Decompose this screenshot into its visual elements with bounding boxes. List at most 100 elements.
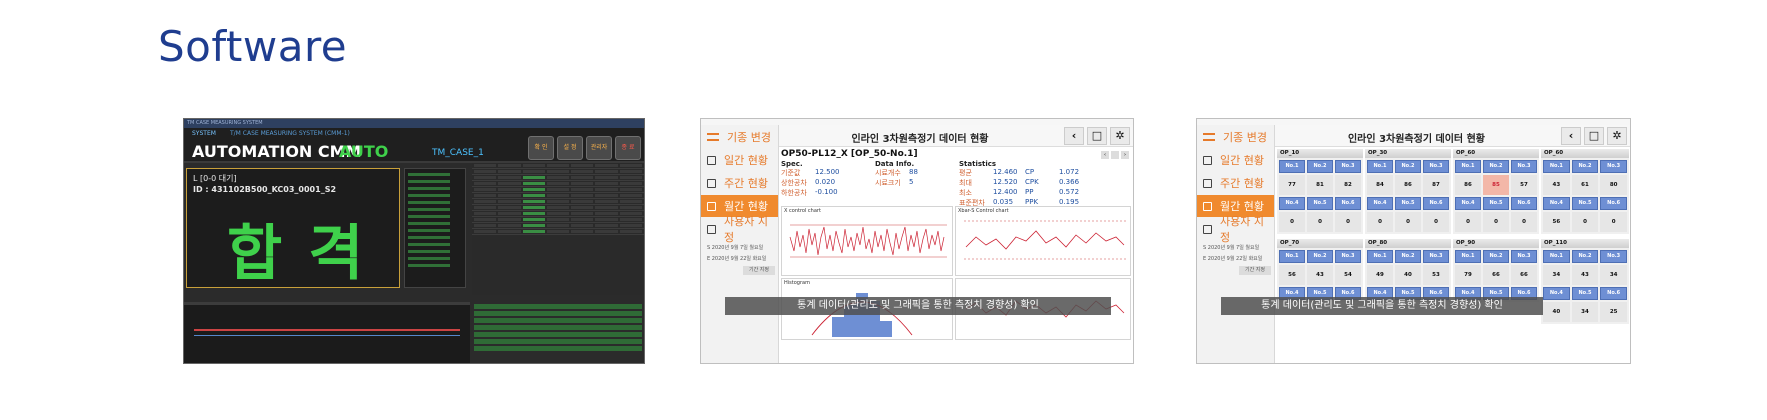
cell-label[interactable]: No.1	[1279, 250, 1305, 263]
confirm-button[interactable]: 확 인	[528, 136, 554, 160]
cell-value: 0	[1279, 212, 1305, 232]
cell-label[interactable]: No.1	[1279, 160, 1305, 173]
page-title: 인라인 3차원측정기 데이터 현황	[851, 134, 989, 145]
back-icon[interactable]: ‹	[1561, 127, 1581, 145]
cell-label[interactable]: No.4	[1543, 197, 1570, 210]
cell-label[interactable]: No.6	[1511, 197, 1537, 210]
back-icon[interactable]: ‹	[1064, 127, 1084, 145]
period-button[interactable]: 기간 지정	[743, 266, 775, 275]
cell-label[interactable]: No.2	[1307, 160, 1333, 173]
cell-label[interactable]: No.6	[1335, 197, 1361, 210]
cell-label[interactable]: No.2	[1395, 160, 1421, 173]
x-control-chart: X control chart	[781, 206, 953, 276]
cell-label[interactable]: No.1	[1543, 250, 1570, 263]
cell-label[interactable]: No.1	[1367, 250, 1393, 263]
cell-value: 79	[1455, 265, 1481, 285]
admin-button[interactable]: 관리자	[586, 136, 612, 160]
nav-item-custom[interactable]: 사용자 지정	[1197, 215, 1274, 244]
cell-value: 57	[1511, 175, 1537, 195]
window-icon[interactable]: □	[1584, 127, 1604, 145]
cell-label[interactable]: No.5	[1395, 197, 1421, 210]
cell-value: 87	[1423, 175, 1449, 195]
cell-label[interactable]: No.4	[1543, 287, 1570, 300]
cell-label[interactable]: No.5	[1571, 197, 1599, 210]
nav-item-daily[interactable]: 일간 현황	[1197, 149, 1274, 171]
cell-value: 0	[1511, 212, 1537, 232]
cell-label[interactable]: No.2	[1307, 250, 1333, 263]
cell-label[interactable]: No.6	[1600, 197, 1627, 210]
date-end[interactable]: E 2020년 9월 22일 화요일	[1197, 255, 1274, 262]
gear-icon[interactable]: ✲	[1110, 127, 1130, 145]
cell-value-alert: 85	[1483, 175, 1509, 195]
cell-label[interactable]: No.1	[1543, 160, 1570, 173]
cell-label[interactable]: No.4	[1279, 197, 1305, 210]
cell-label[interactable]: No.1	[1455, 160, 1481, 173]
cell-label[interactable]: No.2	[1483, 160, 1509, 173]
cell-label[interactable]: No.6	[1600, 287, 1627, 300]
nav-item-weekly[interactable]: 주간 현황	[1197, 172, 1274, 194]
cell-label[interactable]: No.2	[1571, 250, 1599, 263]
cell-value: 0	[1335, 212, 1361, 232]
calendar-icon	[1203, 155, 1212, 165]
cell-label[interactable]: No.3	[1600, 160, 1627, 173]
xbar-plot	[964, 220, 1126, 260]
cell-label[interactable]: No.3	[1511, 250, 1537, 263]
date-start[interactable]: S 2020년 9월 7일 월요일	[701, 244, 778, 251]
cell-label[interactable]: No.3	[1423, 250, 1449, 263]
cell-label[interactable]: No.2	[1483, 250, 1509, 263]
pager: ‹ ›	[1101, 151, 1129, 159]
cell-label[interactable]: No.4	[1367, 197, 1393, 210]
cell-label[interactable]: No.3	[1423, 160, 1449, 173]
cell-value: 0	[1423, 212, 1449, 232]
menu-icon	[707, 133, 719, 141]
cell-label[interactable]: No.3	[1511, 160, 1537, 173]
header-buttons: 확 인 설 정 관리자 종 료	[528, 136, 641, 160]
cell-label[interactable]: No.4	[1455, 197, 1481, 210]
cell-value: 77	[1279, 175, 1305, 195]
settings-button[interactable]: 설 정	[557, 136, 583, 160]
period-button[interactable]: 기간 지정	[1239, 266, 1271, 275]
cell-value: 25	[1600, 302, 1627, 322]
cell-value: 0	[1483, 212, 1509, 232]
nav-item-model-change[interactable]: 기종 변경	[701, 126, 778, 148]
calendar-icon	[707, 155, 716, 165]
cell-value: 86	[1395, 175, 1421, 195]
cell-label[interactable]: No.2	[1571, 160, 1599, 173]
window-icon[interactable]: □	[1087, 127, 1107, 145]
app-subtitle: T/M CASE MEASURING SYSTEM (CMM-1)	[230, 130, 350, 137]
cell-label[interactable]: No.3	[1335, 250, 1361, 263]
cell-label[interactable]: No.6	[1423, 197, 1449, 210]
cell-label[interactable]: No.5	[1483, 197, 1509, 210]
nav-item-daily[interactable]: 일간 현황	[701, 149, 778, 171]
date-start[interactable]: S 2020년 9월 7일 월요일	[1197, 244, 1274, 251]
op-group: OP_30 No.1 No.2 No.3 84 86 87 No.4 No.5 No.6 0…	[1365, 149, 1451, 234]
calendar-icon	[1203, 224, 1212, 234]
cell-label[interactable]: No.5	[1571, 287, 1599, 300]
op-group: OP_80 No.1 No.2 No.3 49 40 53 No.4 No.5 No.6	[1365, 239, 1451, 302]
cell-label[interactable]: No.1	[1455, 250, 1481, 263]
case-label: TM_CASE_1	[432, 148, 484, 158]
cell-label[interactable]: No.3	[1600, 250, 1627, 263]
next-icon[interactable]: ›	[1121, 151, 1129, 159]
cell-value: 61	[1571, 175, 1599, 195]
data-info-column: Data Info. 시료개수 88 시료크기 5	[875, 160, 918, 187]
id-line: ID : 431102B500_KC03_0001_S2	[193, 185, 337, 194]
gear-icon[interactable]: ✲	[1607, 127, 1627, 145]
cell-label[interactable]: No.2	[1395, 250, 1421, 263]
date-end[interactable]: E 2020년 9월 22일 화요일	[701, 255, 778, 262]
cell-label[interactable]: No.1	[1367, 160, 1393, 173]
nav-item-model-change[interactable]: 기종 변경	[1197, 126, 1274, 148]
stat-summary: Spec. 기준값 12.500 상한공차 0.020 하한공차 -0.100 Dat…	[781, 160, 1131, 208]
prev-icon[interactable]: ‹	[1101, 151, 1109, 159]
pass-result: 합격	[227, 219, 390, 289]
cell-value: 0	[1307, 212, 1333, 232]
nav-item-weekly[interactable]: 주간 현황	[701, 172, 778, 194]
cell-label[interactable]: No.5	[1307, 197, 1333, 210]
cell-label[interactable]: No.3	[1335, 160, 1361, 173]
caption: 통계 데이터(관리도 및 그래픽을 통한 측정치 경향성) 확인	[1221, 297, 1543, 315]
cell-value: 34	[1600, 265, 1627, 285]
xbar-s-chart: Xbar-S Control chart	[955, 206, 1131, 276]
cell-value: 0	[1395, 212, 1421, 232]
exit-button[interactable]: 종 료	[615, 136, 641, 160]
nav-item-custom[interactable]: 사용자 지정	[701, 215, 778, 244]
